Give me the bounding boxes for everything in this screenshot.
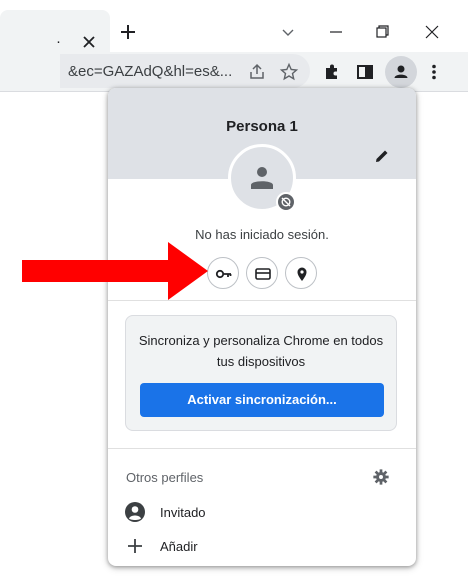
- plus-icon: [128, 539, 142, 553]
- tab-strip: ·: [0, 0, 468, 52]
- profile-name: Persona 1: [226, 118, 298, 135]
- sync-promo-card: Sincroniza y personaliza Chrome en todos…: [125, 315, 397, 431]
- credit-card-icon: [255, 268, 271, 280]
- passwords-button[interactable]: [207, 257, 239, 289]
- profile-avatar-button[interactable]: [385, 56, 417, 88]
- gear-icon[interactable]: [372, 468, 390, 486]
- sign-in-status: No has iniciado sesión.: [195, 227, 329, 242]
- add-profile-item[interactable]: Añadir: [108, 531, 416, 561]
- person-icon: [251, 167, 273, 189]
- browser-toolbar: &ec=GAZAdQ&hl=es&...: [0, 52, 468, 92]
- edit-profile-icon[interactable]: [372, 146, 392, 166]
- guest-profile-label: Invitado: [160, 505, 206, 520]
- close-window-icon[interactable]: [422, 22, 442, 42]
- payment-methods-button[interactable]: [246, 257, 278, 289]
- tab-close-icon[interactable]: [80, 33, 98, 51]
- minimize-icon[interactable]: [326, 22, 346, 42]
- new-tab-icon[interactable]: [118, 22, 138, 42]
- profile-menu: Persona 1 No has iniciado sesión. Sincro…: [108, 88, 416, 566]
- tab-search-chevron-icon[interactable]: [278, 22, 298, 42]
- divider: [108, 300, 416, 301]
- address-url: &ec=GAZAdQ&hl=es&...: [68, 63, 233, 80]
- guest-avatar-icon: [125, 502, 145, 522]
- key-icon: [215, 269, 232, 279]
- active-tab[interactable]: ·: [0, 10, 110, 52]
- address-bar[interactable]: &ec=GAZAdQ&hl=es&...: [60, 54, 310, 88]
- divider: [108, 448, 416, 449]
- location-pin-icon: [297, 267, 307, 281]
- more-menu-icon[interactable]: [424, 62, 444, 82]
- sync-off-icon: [281, 197, 291, 207]
- restore-icon[interactable]: [372, 22, 392, 42]
- other-profiles-heading: Otros perfiles: [126, 470, 204, 485]
- sync-paused-badge: [276, 192, 296, 212]
- share-icon[interactable]: [247, 62, 267, 82]
- red-annotation-arrow: [22, 242, 208, 300]
- person-icon: [394, 65, 408, 78]
- bookmark-star-icon[interactable]: [279, 62, 299, 82]
- addresses-button[interactable]: [285, 257, 317, 289]
- add-profile-label: Añadir: [160, 539, 198, 554]
- tab-title: ·: [56, 33, 61, 50]
- extensions-icon[interactable]: [322, 62, 342, 82]
- side-panel-icon[interactable]: [355, 62, 375, 82]
- guest-profile-item[interactable]: Invitado: [108, 497, 416, 527]
- sync-promo-text: Sincroniza y personaliza Chrome en todos…: [138, 333, 384, 369]
- turn-on-sync-button[interactable]: Activar sincronización...: [140, 383, 384, 417]
